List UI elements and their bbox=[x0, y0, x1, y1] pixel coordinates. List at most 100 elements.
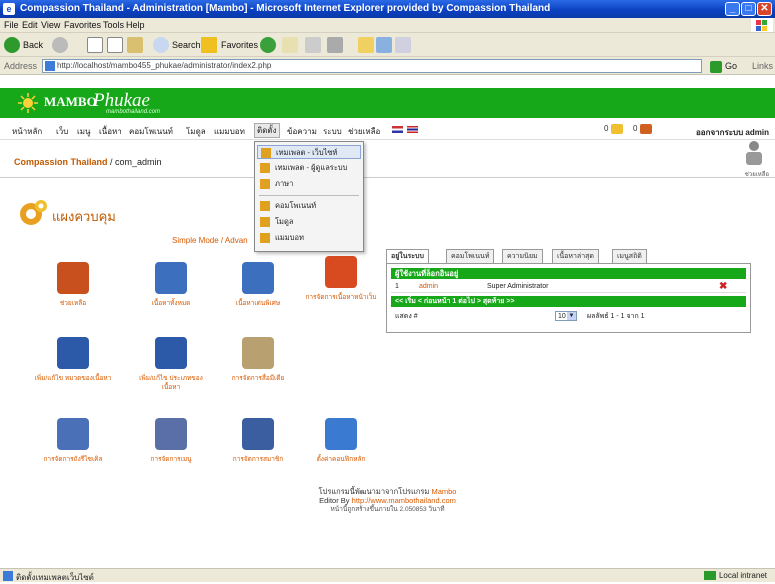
favorites-star-icon[interactable] bbox=[201, 37, 217, 53]
close-button[interactable]: ✕ bbox=[757, 2, 772, 16]
dropdown-separator bbox=[259, 195, 359, 196]
favorites-button[interactable]: Favorites bbox=[221, 40, 258, 50]
template-icon bbox=[261, 148, 271, 158]
back-arrow-icon[interactable] bbox=[4, 37, 20, 53]
search-button[interactable]: Search bbox=[172, 40, 201, 50]
tab-latest[interactable]: เนื้อหาล่าสุด bbox=[552, 249, 599, 263]
divider bbox=[0, 177, 775, 178]
dropdown-item-admin-templates[interactable]: เทมเพลต - ผู้ดูแลระบบ bbox=[257, 161, 361, 175]
home-icon[interactable] bbox=[127, 37, 143, 53]
users-icon bbox=[242, 418, 274, 450]
forward-arrow-icon[interactable] bbox=[52, 37, 68, 53]
menu-item-content[interactable]: เนื้อหา bbox=[99, 125, 122, 138]
search-icon[interactable] bbox=[153, 37, 169, 53]
pagination-nav[interactable]: << เริ่ม < ก่อนหน้า 1 ต่อไป > สุดท้าย >> bbox=[391, 296, 746, 307]
dropdown-item-mambots[interactable]: แมมบอท bbox=[257, 231, 361, 245]
help-person-icon[interactable] bbox=[743, 139, 765, 167]
status-bar: ติดตั้งเทมเพลตเว็บไซต์ Local intranet bbox=[0, 568, 775, 582]
row-username[interactable]: admin bbox=[419, 281, 438, 293]
menu-item-system[interactable]: ระบบ bbox=[323, 125, 342, 138]
folder-icon[interactable] bbox=[358, 37, 374, 53]
dropdown-item-label: แมมบอท bbox=[275, 233, 304, 242]
mode-links[interactable]: Simple Mode / Advan bbox=[172, 236, 248, 245]
links-button[interactable]: Links bbox=[752, 61, 773, 71]
menu-file[interactable]: File bbox=[4, 20, 19, 30]
research-icon[interactable] bbox=[395, 37, 411, 53]
menu-item-messages[interactable]: ข้อความ bbox=[287, 125, 317, 138]
cpanel-item-help[interactable]: ช่วยเหลือ bbox=[33, 262, 113, 308]
menu-help[interactable]: Help bbox=[126, 20, 145, 30]
go-button[interactable]: Go bbox=[710, 59, 748, 73]
mambo-link[interactable]: Mambo bbox=[431, 487, 456, 496]
menu-item-installers[interactable]: ติดตั้ง bbox=[254, 123, 280, 138]
cpanel-item-config[interactable]: ตั้งค่าคอนฟิกหลัก bbox=[301, 418, 381, 464]
dropdown-item-label: โมดูล bbox=[275, 217, 294, 226]
flag-th-icon[interactable] bbox=[407, 126, 418, 133]
breadcrumb-rest: / com_admin bbox=[107, 157, 162, 167]
dropdown-item-languages[interactable]: ภาษา bbox=[257, 177, 361, 191]
flag-en-icon[interactable] bbox=[392, 126, 403, 133]
admin-menu-bar: หน้าหลัก เว็บ เมนู เนื้อหา คอมโพเนนท์ โม… bbox=[0, 120, 775, 140]
messenger-icon[interactable] bbox=[376, 37, 392, 53]
cpanel-item-menus[interactable]: การจัดการเมนู bbox=[131, 418, 211, 464]
cpanel-item-frontpage[interactable]: เนื้อหาเด่นพิเศษ bbox=[218, 262, 298, 308]
minimize-button[interactable]: _ bbox=[725, 2, 740, 16]
breadcrumb-site[interactable]: Compassion Thailand bbox=[14, 157, 108, 167]
tab-logged-in[interactable]: อยู่ในระบบ bbox=[386, 249, 429, 263]
page-footer: โปรแกรมนี้พัฒนามาจากโปรแกรม Mambo Editor… bbox=[0, 487, 775, 514]
cpanel-item-label: เพิ่ม/แก้ไข ประเภทของเนื้อหา bbox=[139, 375, 203, 391]
mail-icon[interactable] bbox=[282, 37, 298, 53]
chevron-down-icon: ▼ bbox=[567, 312, 576, 321]
delete-x-icon[interactable]: ✖ bbox=[719, 281, 727, 292]
cpanel-item-static-content[interactable]: การจัดการเนื้อหาหน้าเว็บ bbox=[301, 256, 381, 302]
address-input[interactable]: http://localhost/mambo455_phukae/adminis… bbox=[42, 59, 702, 73]
tab-components[interactable]: คอมโพเนนท์ bbox=[446, 249, 495, 263]
dropdown-item-components[interactable]: คอมโพเนนท์ bbox=[257, 199, 361, 213]
all-content-icon bbox=[155, 262, 187, 294]
cpanel-item-sections[interactable]: เพิ่ม/แก้ไข หมวดของเนื้อหา bbox=[33, 337, 113, 383]
page-size-select[interactable]: 10 ▼ bbox=[555, 311, 577, 322]
cpanel-item-media[interactable]: การจัดการสื่อมีเดีย bbox=[218, 337, 298, 383]
module-icon bbox=[260, 217, 270, 227]
section-icon bbox=[57, 337, 89, 369]
menu-view[interactable]: View bbox=[41, 20, 60, 30]
cpanel-item-users[interactable]: การจัดการสมาชิก bbox=[218, 418, 298, 464]
refresh-icon[interactable] bbox=[107, 37, 123, 53]
menu-item-mambots[interactable]: แมมบอท bbox=[214, 125, 245, 138]
dropdown-item-modules[interactable]: โมดูล bbox=[257, 215, 361, 229]
mambothailand-link[interactable]: http://www.mambothailand.com bbox=[352, 496, 456, 505]
cpanel-item-trash[interactable]: การจัดการถังรีไซเคิล bbox=[33, 418, 113, 464]
menu-item-site[interactable]: เว็บ bbox=[56, 125, 68, 138]
logout-link[interactable]: ออกจากระบบ admin bbox=[696, 126, 769, 139]
cpanel-item-label: การจัดการถังรีไซเคิล bbox=[43, 456, 103, 463]
history-icon[interactable] bbox=[260, 37, 276, 53]
component-icon bbox=[260, 201, 270, 211]
trash-icon bbox=[57, 418, 89, 450]
menu-item-menu[interactable]: เมนู bbox=[77, 125, 90, 138]
dropdown-item-site-templates[interactable]: เทมเพลต - เว็บไซท์ bbox=[257, 145, 361, 159]
display-label: แสดง # bbox=[395, 313, 418, 320]
cpanel-item-categories[interactable]: เพิ่ม/แก้ไข ประเภทของเนื้อหา bbox=[131, 337, 211, 392]
mambot-icon bbox=[260, 233, 270, 243]
page-icon bbox=[45, 61, 55, 71]
dropdown-item-label: คอมโพเนนท์ bbox=[275, 201, 317, 210]
back-button[interactable]: Back bbox=[23, 40, 43, 50]
stop-icon[interactable] bbox=[87, 37, 103, 53]
print-icon[interactable] bbox=[305, 37, 321, 53]
menu-item-home[interactable]: หน้าหลัก bbox=[12, 125, 42, 138]
menu-tools[interactable]: Tools bbox=[103, 20, 124, 30]
menu-item-modules[interactable]: โมดูล bbox=[186, 125, 206, 138]
mail-inbox-icon[interactable] bbox=[611, 124, 623, 134]
menu-favorites[interactable]: Favorites bbox=[64, 20, 101, 30]
menu-item-help[interactable]: ช่วยเหลือ bbox=[348, 125, 380, 138]
row-number: 1 bbox=[395, 283, 399, 290]
tab-popular[interactable]: ความนิยม bbox=[502, 249, 543, 263]
menu-edit[interactable]: Edit bbox=[22, 20, 38, 30]
menu-item-components[interactable]: คอมโพเนนท์ bbox=[129, 125, 173, 138]
tab-menu-stats[interactable]: เมนูสถิติ bbox=[612, 249, 647, 263]
media-icon bbox=[242, 337, 274, 369]
maximize-button[interactable]: □ bbox=[741, 2, 756, 16]
window-title-bar: e Compassion Thailand - Administration [… bbox=[0, 0, 775, 18]
edit-icon[interactable] bbox=[327, 37, 343, 53]
cpanel-item-all-content[interactable]: เนื้อหาทั้งหมด bbox=[131, 262, 211, 308]
